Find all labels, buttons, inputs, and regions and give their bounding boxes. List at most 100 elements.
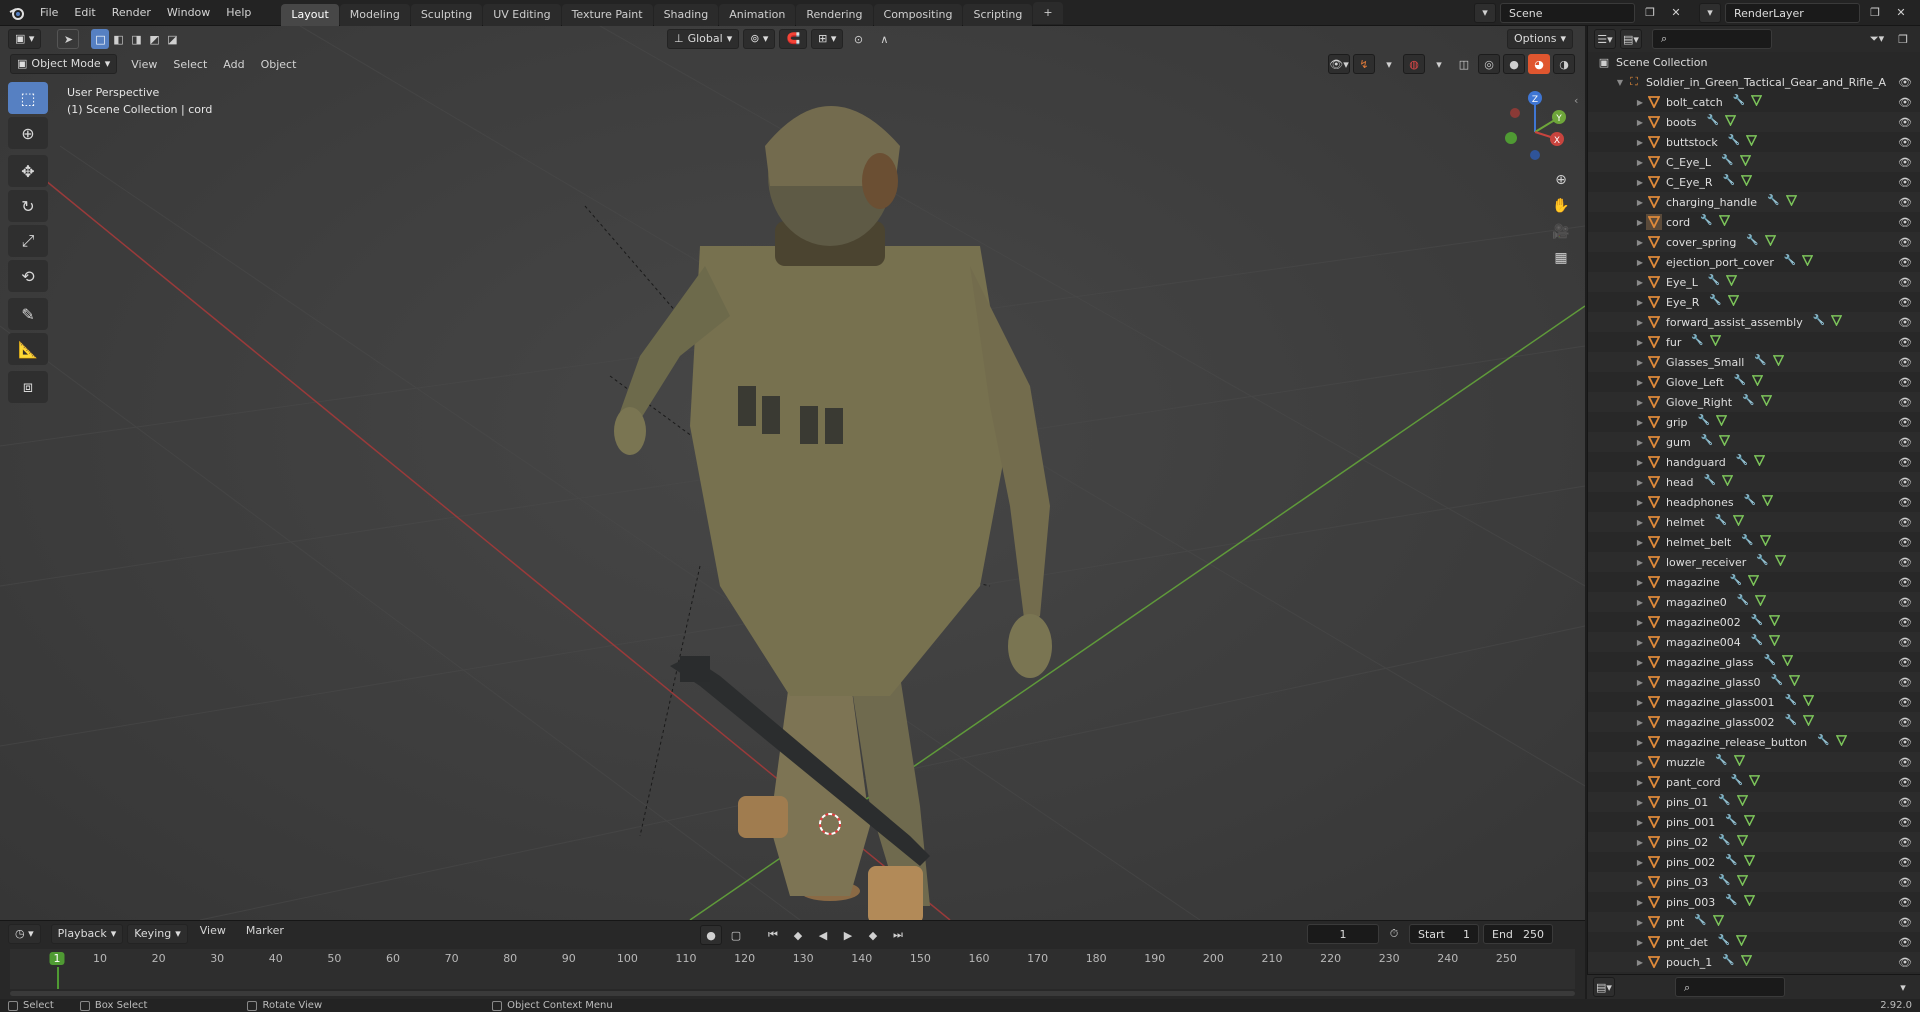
expand-icon[interactable]: ▶ (1634, 178, 1646, 187)
expand-icon[interactable]: ▶ (1634, 598, 1646, 607)
modifier-wrench-icon[interactable]: 🔧 (1754, 355, 1766, 369)
outliner-row[interactable]: ▶ helmet 🔧 👁 (1588, 512, 1920, 532)
visibility-dropdown-icon[interactable]: 👁▾ (1328, 54, 1350, 74)
tab-shading[interactable]: Shading (653, 3, 719, 26)
outliner-row[interactable]: ▶ pins_03 🔧 👁 (1588, 872, 1920, 892)
mesh-data-icon[interactable] (1781, 655, 1794, 669)
expand-icon[interactable]: ▶ (1634, 118, 1646, 127)
modifier-wrench-icon[interactable]: 🔧 (1813, 315, 1825, 329)
outliner-editor-type-icon[interactable]: ☰▾ (1594, 29, 1616, 49)
tab-animation[interactable]: Animation (719, 3, 796, 26)
visibility-eye-icon[interactable]: 👁 (1898, 96, 1912, 109)
expand-icon[interactable]: ▶ (1634, 778, 1646, 787)
mesh-data-icon[interactable] (1768, 615, 1781, 629)
auto-key-icon[interactable]: ▢ (725, 925, 747, 945)
visibility-eye-icon[interactable]: 👁 (1898, 736, 1912, 749)
mesh-data-icon[interactable] (1733, 755, 1745, 769)
visibility-eye-icon[interactable]: 👁 (1898, 376, 1912, 389)
properties-editor-icon[interactable]: ▤▾ (1593, 977, 1615, 997)
outliner-row[interactable]: ▶ pnt_det 🔧 👁 (1588, 932, 1920, 952)
pivot-point-dropdown[interactable]: ⊚ ▾ (743, 29, 776, 49)
collection-expand-icon[interactable]: ▼ (1614, 78, 1626, 87)
viewport-menu-add[interactable]: Add (215, 58, 252, 71)
mesh-data-icon[interactable] (1753, 455, 1766, 469)
outliner-row[interactable]: ▶ pins_001 🔧 👁 (1588, 812, 1920, 832)
expand-icon[interactable]: ▶ (1634, 638, 1646, 647)
visibility-eye-icon[interactable]: 👁 (1898, 656, 1912, 669)
outliner-row[interactable]: ▶ Glasses_Small 🔧 👁 (1588, 352, 1920, 372)
record-keyframe-icon[interactable]: ● (700, 925, 722, 945)
material-preview-shading-icon[interactable]: ◕ (1528, 54, 1550, 74)
expand-icon[interactable]: ▶ (1634, 358, 1646, 367)
visibility-eye-icon[interactable]: 👁 (1898, 256, 1912, 269)
tab-layout[interactable]: Layout (281, 3, 339, 26)
expand-icon[interactable]: ▶ (1634, 438, 1646, 447)
modifier-wrench-icon[interactable]: 🔧 (1744, 495, 1756, 509)
mesh-data-icon[interactable] (1750, 95, 1763, 109)
visibility-eye-icon[interactable]: 👁 (1898, 856, 1912, 869)
expand-icon[interactable]: ▶ (1634, 478, 1646, 487)
timeline-menu-playback[interactable]: Playback ▾ (50, 924, 124, 944)
visibility-eye-icon[interactable]: 👁 (1898, 216, 1912, 229)
modifier-wrench-icon[interactable]: 🔧 (1703, 475, 1715, 489)
visibility-eye-icon[interactable]: 👁 (1898, 176, 1912, 189)
expand-icon[interactable]: ▶ (1634, 838, 1646, 847)
sidebar-toggle-icon[interactable]: ‹ (1574, 94, 1578, 107)
mesh-data-icon[interactable] (1736, 935, 1748, 949)
overlay-toggle-icon[interactable]: ◍ (1403, 54, 1425, 74)
modifier-wrench-icon[interactable]: 🔧 (1700, 215, 1712, 229)
expand-icon[interactable]: ▶ (1634, 678, 1646, 687)
snap-target-dropdown[interactable]: ⊞ ▾ (811, 29, 844, 49)
visibility-eye-icon[interactable]: 👁 (1898, 796, 1912, 809)
mesh-data-icon[interactable] (1759, 535, 1771, 549)
expand-icon[interactable]: ▶ (1634, 298, 1646, 307)
visibility-eye-icon[interactable]: 👁 (1898, 816, 1912, 829)
expand-icon[interactable]: ▶ (1634, 578, 1646, 587)
mesh-data-icon[interactable] (1802, 695, 1815, 709)
expand-icon[interactable]: ▶ (1634, 898, 1646, 907)
transform-tool-icon[interactable]: ⟲ (8, 260, 48, 292)
next-keyframe-icon[interactable]: ◆ (862, 925, 884, 945)
scene-collection-row[interactable]: ▣ Scene Collection (1588, 52, 1920, 72)
expand-icon[interactable]: ▶ (1634, 698, 1646, 707)
annotate-tool-icon[interactable]: ✎ (8, 298, 48, 330)
mesh-data-icon[interactable] (1747, 575, 1760, 589)
select-new-icon[interactable]: □ (91, 29, 110, 49)
mesh-data-icon[interactable] (1712, 915, 1725, 929)
outliner-row[interactable]: ▶ magazine_glass001 🔧 👁 (1588, 692, 1920, 712)
modifier-wrench-icon[interactable]: 🔧 (1718, 835, 1730, 849)
properties-dropdown-icon[interactable]: ▾ (1892, 977, 1914, 997)
scene-browse-icon[interactable]: ▾ (1474, 2, 1496, 23)
mesh-data-icon[interactable] (1718, 215, 1730, 229)
playhead-line[interactable] (57, 967, 59, 989)
expand-icon[interactable]: ▶ (1634, 258, 1646, 267)
start-frame-field[interactable]: Start 1 (1409, 924, 1479, 944)
expand-icon[interactable]: ▶ (1634, 98, 1646, 107)
outliner-row[interactable]: ▶ magazine_release_button 🔧 👁 (1588, 732, 1920, 752)
expand-icon[interactable]: ▶ (1634, 618, 1646, 627)
menu-file[interactable]: File (32, 2, 66, 24)
collection-row[interactable]: ▼ ⛶ Soldier_in_Green_Tactical_Gear_and_R… (1588, 72, 1920, 92)
modifier-wrench-icon[interactable]: 🔧 (1746, 235, 1758, 249)
scene-close-icon[interactable]: ✕ (1665, 3, 1687, 23)
modifier-wrench-icon[interactable]: 🔧 (1709, 295, 1721, 309)
mesh-data-icon[interactable] (1774, 555, 1787, 569)
tab-rendering[interactable]: Rendering (796, 3, 873, 26)
3d-viewport[interactable]: Z Y X ▣ ▾ ➤ □ ◧ ◨ ◩ ◪ ⊥ Global ▾ ⊚ ▾ 🧲 ⊞… (0, 26, 1585, 920)
select-intersect-icon[interactable]: ◪ (163, 29, 181, 49)
visibility-eye-icon[interactable]: 👁 (1898, 776, 1912, 789)
modifier-wrench-icon[interactable]: 🔧 (1785, 695, 1797, 709)
outliner-row[interactable]: ▶ cover_spring 🔧 👁 (1588, 232, 1920, 252)
outliner-row[interactable]: ▶ magazine_glass0 🔧 👁 (1588, 672, 1920, 692)
visibility-eye-icon[interactable]: 👁 (1898, 956, 1912, 969)
current-frame-field[interactable]: 1 (1307, 924, 1379, 944)
outliner-row[interactable]: ▶ forward_assist_assembly 🔧 👁 (1588, 312, 1920, 332)
gizmo-dropdown-icon[interactable]: ▾ (1378, 54, 1400, 74)
visibility-eye-icon[interactable]: 👁 (1898, 416, 1912, 429)
mesh-data-icon[interactable] (1748, 775, 1761, 789)
mesh-data-icon[interactable] (1715, 415, 1728, 429)
mesh-data-icon[interactable] (1785, 195, 1797, 209)
mesh-data-icon[interactable] (1732, 515, 1745, 529)
visibility-eye-icon[interactable]: 👁 (1898, 496, 1912, 509)
modifier-wrench-icon[interactable]: 🔧 (1725, 895, 1737, 909)
